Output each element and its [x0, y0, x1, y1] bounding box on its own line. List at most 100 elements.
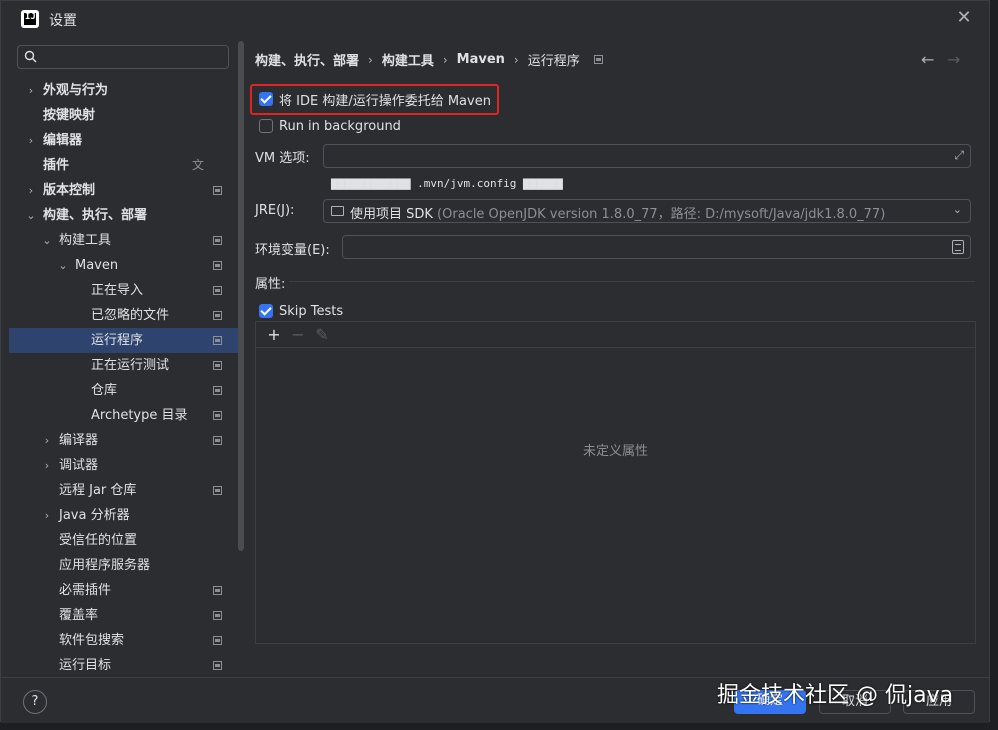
jre-label: JRE(J):: [255, 203, 295, 218]
sidebar-item[interactable]: 应用程序服务器: [9, 553, 238, 578]
close-icon[interactable]: ✕: [955, 9, 973, 27]
sidebar-item-label: 构建、执行、部署: [43, 208, 148, 223]
sidebar-item[interactable]: 正在运行测试: [9, 353, 238, 378]
sidebar-item[interactable]: ⌄ 构建、执行、部署: [9, 203, 238, 228]
sidebar-item-label: 必需插件: [59, 583, 112, 598]
vm-options-input[interactable]: ⤢: [323, 144, 971, 168]
chevron-right-icon[interactable]: ›: [25, 178, 37, 203]
sidebar-item-label: 仓库: [91, 383, 118, 398]
sidebar-item[interactable]: 运行目标: [9, 653, 238, 678]
sidebar-item-label: 正在运行测试: [91, 358, 170, 373]
sidebar-item-label: 编辑器: [43, 133, 83, 148]
sidebar-item[interactable]: 必需插件: [9, 578, 238, 603]
chevron-down-icon[interactable]: ⌄: [25, 203, 37, 228]
sidebar-item[interactable]: 覆盖率: [9, 603, 238, 628]
vm-options-label: VM 选项:: [255, 151, 310, 166]
sidebar-item-label: 应用程序服务器: [59, 558, 151, 573]
breadcrumb-item-build[interactable]: 构建、执行、部署: [255, 50, 359, 69]
translate-icon: 文: [191, 158, 204, 172]
help-button[interactable]: ?: [23, 690, 47, 714]
skip-tests-checkbox[interactable]: Skip Tests: [259, 302, 343, 320]
checkbox-checked-icon[interactable]: [259, 304, 273, 318]
chevron-right-icon[interactable]: ›: [25, 128, 37, 153]
project-scope-icon: [213, 286, 222, 295]
chevron-right-icon[interactable]: ›: [25, 78, 37, 103]
properties-section-title: 属性:: [255, 277, 286, 292]
add-icon[interactable]: +: [262, 323, 286, 347]
sidebar-scrollbar[interactable]: [238, 41, 244, 551]
chevron-right-icon[interactable]: ›: [41, 503, 53, 528]
chevron-down-icon[interactable]: ⌄: [41, 228, 53, 253]
breadcrumb-separator: ›: [368, 52, 373, 67]
project-scope-icon: [213, 336, 222, 345]
settings-dialog: IJ 设置 ✕ › 外观与行为 按键映射 › 编辑器 插件文 › 版本控制 ⌄ 构建、执行、部署 ⌄…: [0, 0, 990, 723]
sidebar-item[interactable]: ⌄ Maven: [9, 253, 238, 278]
checkbox-checked-icon[interactable]: [259, 92, 273, 106]
sidebar-item[interactable]: Archetype 目录: [9, 403, 238, 428]
sidebar-item-label: Java 分析器: [59, 508, 130, 523]
properties-toolbar: + − ✎: [256, 322, 975, 348]
breadcrumb-item-build-tools[interactable]: 构建工具: [382, 50, 434, 69]
sidebar-item[interactable]: 仓库: [9, 378, 238, 403]
breadcrumb-current: 运行程序: [527, 54, 580, 69]
project-scope-icon: [213, 311, 222, 320]
sidebar-item-label: 编译器: [59, 433, 99, 448]
sidebar-item[interactable]: 受信任的位置: [9, 528, 238, 553]
sidebar-item[interactable]: 运行程序: [9, 328, 238, 353]
sidebar-item[interactable]: 插件 文: [9, 153, 238, 178]
empty-properties-text: 未定义属性: [582, 444, 648, 459]
sidebar-item-label: 运行程序: [91, 333, 144, 348]
env-vars-input[interactable]: [342, 235, 971, 259]
breadcrumb-separator: ›: [513, 52, 519, 67]
sidebar-item[interactable]: › 编译器: [9, 428, 238, 453]
dialog-title: 设置: [49, 13, 77, 29]
chevron-right-icon[interactable]: ›: [41, 428, 53, 453]
breadcrumb-item-maven[interactable]: Maven: [457, 52, 505, 67]
sidebar-item[interactable]: › 外观与行为: [9, 78, 238, 103]
forward-arrow-icon[interactable]: →: [947, 50, 960, 69]
title-bar: IJ 设置 ✕: [1, 1, 989, 37]
sidebar-item-label: 外观与行为: [43, 83, 109, 98]
project-scope-icon: [213, 636, 222, 645]
sidebar-item[interactable]: 软件包搜索: [9, 628, 238, 653]
search-input[interactable]: [17, 45, 229, 69]
sidebar-item-label: 已忽略的文件: [91, 308, 170, 323]
remove-icon[interactable]: −: [286, 323, 310, 347]
breadcrumb: 构建、执行、部署 › 构建工具 › Maven › 运行程序: [255, 50, 603, 69]
sidebar-item-label: 调试器: [59, 458, 99, 473]
run-in-background-checkbox[interactable]: Run in background: [259, 117, 401, 135]
sidebar-item-label: 构建工具: [59, 233, 112, 248]
sidebar-item-label: 运行目标: [59, 658, 112, 673]
sidebar-item-label: 正在导入: [91, 283, 144, 298]
sidebar-item[interactable]: › 编辑器: [9, 128, 238, 153]
search-icon: [24, 50, 37, 63]
vm-options-hint: ▇▇▇▇▇▇▇▇▇▇▇▇ .mvn/jvm.config ▇▇▇▇▇▇: [331, 177, 563, 190]
sidebar-item-label: 受信任的位置: [59, 533, 138, 548]
sidebar-item[interactable]: › 版本控制: [9, 178, 238, 203]
sidebar-item[interactable]: › Java 分析器: [9, 503, 238, 528]
edit-list-icon[interactable]: [952, 240, 964, 254]
sidebar-item-label: 软件包搜索: [59, 633, 125, 648]
sidebar-item[interactable]: 远程 Jar 仓库: [9, 478, 238, 503]
expand-icon[interactable]: ⤢: [954, 148, 964, 163]
back-arrow-icon[interactable]: ←: [921, 50, 934, 69]
sidebar-item-label: Archetype 目录: [91, 408, 188, 423]
sidebar-item[interactable]: ⌄ 构建工具: [9, 228, 238, 253]
sidebar-item[interactable]: 正在导入: [9, 278, 238, 303]
sidebar-item[interactable]: 按键映射: [9, 103, 238, 128]
chevron-right-icon[interactable]: ›: [41, 453, 53, 478]
project-scope-icon: [213, 436, 222, 445]
settings-content: 构建、执行、部署 › 构建工具 › Maven › 运行程序 ← → 将 IDE…: [245, 37, 981, 677]
sidebar-item[interactable]: 已忽略的文件: [9, 303, 238, 328]
project-scope-icon: [213, 186, 222, 195]
project-scope-icon: [213, 486, 222, 495]
checkbox-unchecked-icon[interactable]: [259, 119, 273, 133]
sidebar-item-label: 远程 Jar 仓库: [59, 483, 137, 498]
sidebar-item[interactable]: › 调试器: [9, 453, 238, 478]
jre-select[interactable]: 使用项目 SDK (Oracle OpenJDK version 1.8.0_7…: [323, 199, 971, 223]
edit-pencil-icon[interactable]: ✎: [310, 323, 334, 347]
project-scope-icon: [213, 386, 222, 395]
jre-select-value: 使用项目 SDK (Oracle OpenJDK version 1.8.0_7…: [350, 207, 886, 222]
delegate-to-maven-checkbox[interactable]: 将 IDE 构建/运行操作委托给 Maven: [259, 90, 491, 109]
chevron-down-icon[interactable]: ⌄: [57, 253, 69, 278]
